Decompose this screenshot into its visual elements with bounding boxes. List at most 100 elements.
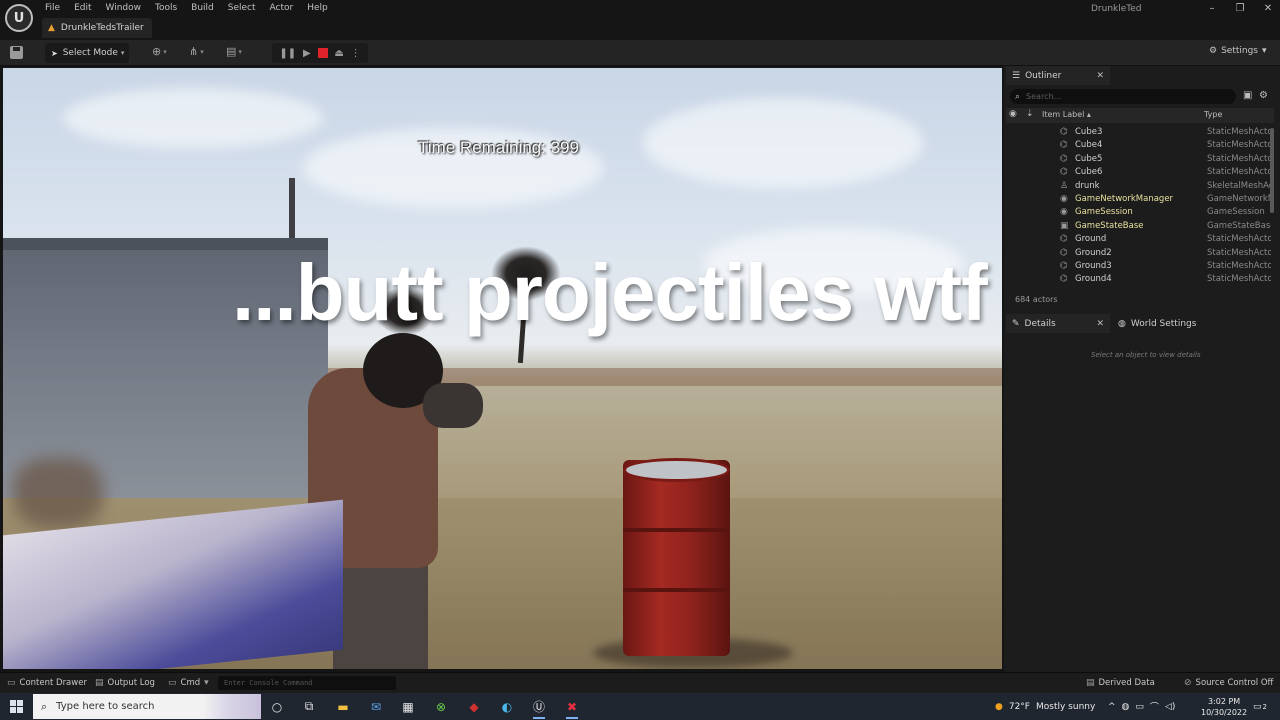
cursor-icon: ➤ (51, 48, 58, 58)
notification-button[interactable]: ▭ 2 (1253, 693, 1267, 720)
source-control-button[interactable]: ⊘ Source Control Off (1184, 678, 1273, 688)
level-tab[interactable]: ▲ DrunkleTedsTrailer (42, 18, 152, 38)
tab-world-settings[interactable]: ◍ World Settings (1112, 314, 1222, 333)
outliner-row[interactable]: ⌬ Cube5 StaticMeshActo (1006, 153, 1274, 166)
outliner-scrollbar[interactable] (1270, 128, 1274, 213)
menu-tools[interactable]: Tools (148, 2, 184, 14)
outliner-row-type: SkeletalMeshAc (1207, 180, 1271, 191)
menu-actor[interactable]: Actor (263, 2, 301, 14)
outliner-search-placeholder: Search... (1026, 92, 1062, 101)
cmd-dropdown[interactable]: ▭ Cmd ▾ (168, 678, 209, 688)
outliner-row-type: StaticMeshActo (1207, 260, 1271, 271)
folder-add-icon[interactable]: ▣ (1243, 90, 1252, 101)
menu-select[interactable]: Select (221, 2, 263, 14)
outliner-row-name: Ground4 (1075, 274, 1112, 285)
outliner-row-type: GameNetworkM (1207, 193, 1271, 204)
source-control-icon: ⊘ (1184, 678, 1192, 688)
more-icon[interactable]: ⋮ (351, 48, 361, 59)
cortana-icon[interactable]: ○ (266, 696, 288, 717)
mesh-icon: ⌬ (1060, 234, 1068, 245)
derived-data-button[interactable]: ▤ Derived Data (1086, 678, 1155, 688)
cloud (643, 98, 923, 188)
outliner-row[interactable]: ◉ GameNetworkManager GameNetworkM (1006, 193, 1274, 206)
minimize-button[interactable]: – (1198, 3, 1226, 14)
close-icon[interactable]: ✕ (1096, 319, 1104, 329)
menu-edit[interactable]: Edit (67, 2, 98, 14)
store-icon[interactable]: ▦ (397, 696, 419, 717)
content-drawer-button[interactable]: ▭ Content Drawer (7, 678, 87, 688)
outliner-search-input[interactable]: ⌕ Search... (1010, 89, 1236, 104)
volume-icon[interactable]: ◁) (1165, 702, 1175, 712)
taskbar-clock[interactable]: 3:02 PM 10/30/2022 (1201, 696, 1247, 718)
pause-icon[interactable]: ❚❚ (279, 48, 296, 59)
settings-button[interactable]: ⚙ Settings ▾ (1209, 46, 1267, 56)
column-item-label[interactable]: Item Label ▴ (1042, 110, 1091, 119)
outliner-row[interactable]: ♙ drunk SkeletalMeshAc (1006, 180, 1274, 193)
close-button[interactable]: ✕ (1254, 3, 1280, 14)
select-mode-dropdown[interactable]: ➤ Select Mode ▾ (45, 43, 129, 63)
task-view-icon[interactable]: ⧉ (298, 696, 320, 717)
maximize-button[interactable]: ❐ (1226, 3, 1254, 14)
outliner-row[interactable]: ⌬ Ground2 StaticMeshActo (1006, 247, 1274, 260)
tab-details[interactable]: ✎ Details ✕ (1006, 314, 1110, 333)
step-icon[interactable]: ▶ (303, 48, 311, 59)
character-arm (423, 383, 483, 428)
outliner-row-type: StaticMeshActo (1207, 127, 1271, 137)
tab-outliner[interactable]: ☰ Outliner ✕ (1006, 66, 1110, 85)
pin-icon[interactable]: ⇣ (1026, 109, 1034, 119)
battery-icon[interactable]: ▭ (1135, 702, 1144, 712)
tray-app-icon[interactable]: ◍ (1122, 702, 1130, 712)
level-viewport[interactable]: Time Remaining: 399 (3, 68, 1002, 669)
blueprint-button[interactable]: ⋔ ▾ (189, 45, 204, 58)
capture-app-icon[interactable]: ✖ (561, 696, 583, 719)
menu-help[interactable]: Help (300, 2, 335, 14)
save-icon[interactable] (10, 46, 23, 59)
ue-editor-window: U File Edit Window Tools Build Select Ac… (0, 0, 1280, 720)
clock-date: 10/30/2022 (1201, 708, 1248, 717)
eye-icon[interactable]: ◉ (1009, 109, 1017, 119)
chevron-down-icon: ▾ (1262, 46, 1267, 56)
output-log-button[interactable]: ▤ Output Log (95, 678, 155, 688)
file-explorer-icon[interactable]: ▬ (332, 696, 354, 717)
chevron-down-icon: ▾ (163, 47, 167, 56)
outliner-row[interactable]: ⌬ Ground StaticMeshActo (1006, 233, 1274, 246)
menu-build[interactable]: Build (184, 2, 221, 14)
gear-icon[interactable]: ⚙ (1259, 90, 1268, 101)
xbox-icon[interactable]: ⊗ (430, 696, 452, 717)
outliner-row[interactable]: ⌬ Cube4 StaticMeshActo (1006, 139, 1274, 152)
outliner-row[interactable]: ◉ GameSession GameSession (1006, 206, 1274, 219)
outliner-row[interactable]: ⌬ Ground4 StaticMeshActo (1006, 273, 1274, 286)
stop-icon[interactable] (317, 48, 328, 58)
taskbar-search-box[interactable]: ⌕ Type here to search (33, 694, 261, 719)
close-icon[interactable]: ✕ (1096, 71, 1104, 81)
weather-widget[interactable]: ● 72°F Mostly sunny (995, 693, 1095, 720)
menu-window[interactable]: Window (99, 2, 149, 14)
column-type[interactable]: Type (1204, 110, 1222, 119)
outliner-row-name: GameNetworkManager (1075, 193, 1174, 204)
mail-icon[interactable]: ✉ (365, 696, 387, 717)
search-icon: ⌕ (1015, 91, 1021, 102)
outliner-row[interactable]: ⌬ Ground3 StaticMeshActo (1006, 260, 1274, 273)
mesh-icon: ⌬ (1060, 153, 1068, 164)
derived-data-label: Derived Data (1098, 678, 1155, 688)
video-caption: ...butt projectiles wtf (232, 248, 988, 337)
chevron-up-icon[interactable]: ^ (1108, 702, 1116, 712)
network-icon[interactable]: ⌒ (1150, 700, 1159, 713)
app-red-icon[interactable]: ◆ (463, 696, 485, 717)
unreal-taskbar-icon[interactable]: Ⓤ (528, 696, 550, 719)
edge-icon[interactable]: ◐ (496, 696, 518, 717)
cmd-label: Cmd (180, 678, 201, 688)
outliner-row-name: drunk (1075, 180, 1100, 191)
menu-file[interactable]: File (38, 2, 67, 14)
barrel-rim (623, 588, 730, 592)
unreal-logo-icon[interactable]: U (5, 4, 33, 32)
outliner-row[interactable]: ⌬ Cube3 StaticMeshActo (1006, 126, 1274, 139)
windows-start-icon[interactable] (10, 700, 23, 713)
outliner-row[interactable]: ⌬ Cube6 StaticMeshActo (1006, 166, 1274, 179)
outliner-row-name: Ground2 (1075, 247, 1112, 258)
eject-icon[interactable]: ⏏ (334, 48, 343, 59)
cinematics-button[interactable]: ▤ ▾ (226, 45, 242, 58)
console-command-input[interactable]: Enter Console Command (218, 676, 396, 690)
add-actor-button[interactable]: ⊕ ▾ (152, 45, 167, 58)
outliner-row[interactable]: ▣ GameStateBase GameStateBase (1006, 220, 1274, 233)
